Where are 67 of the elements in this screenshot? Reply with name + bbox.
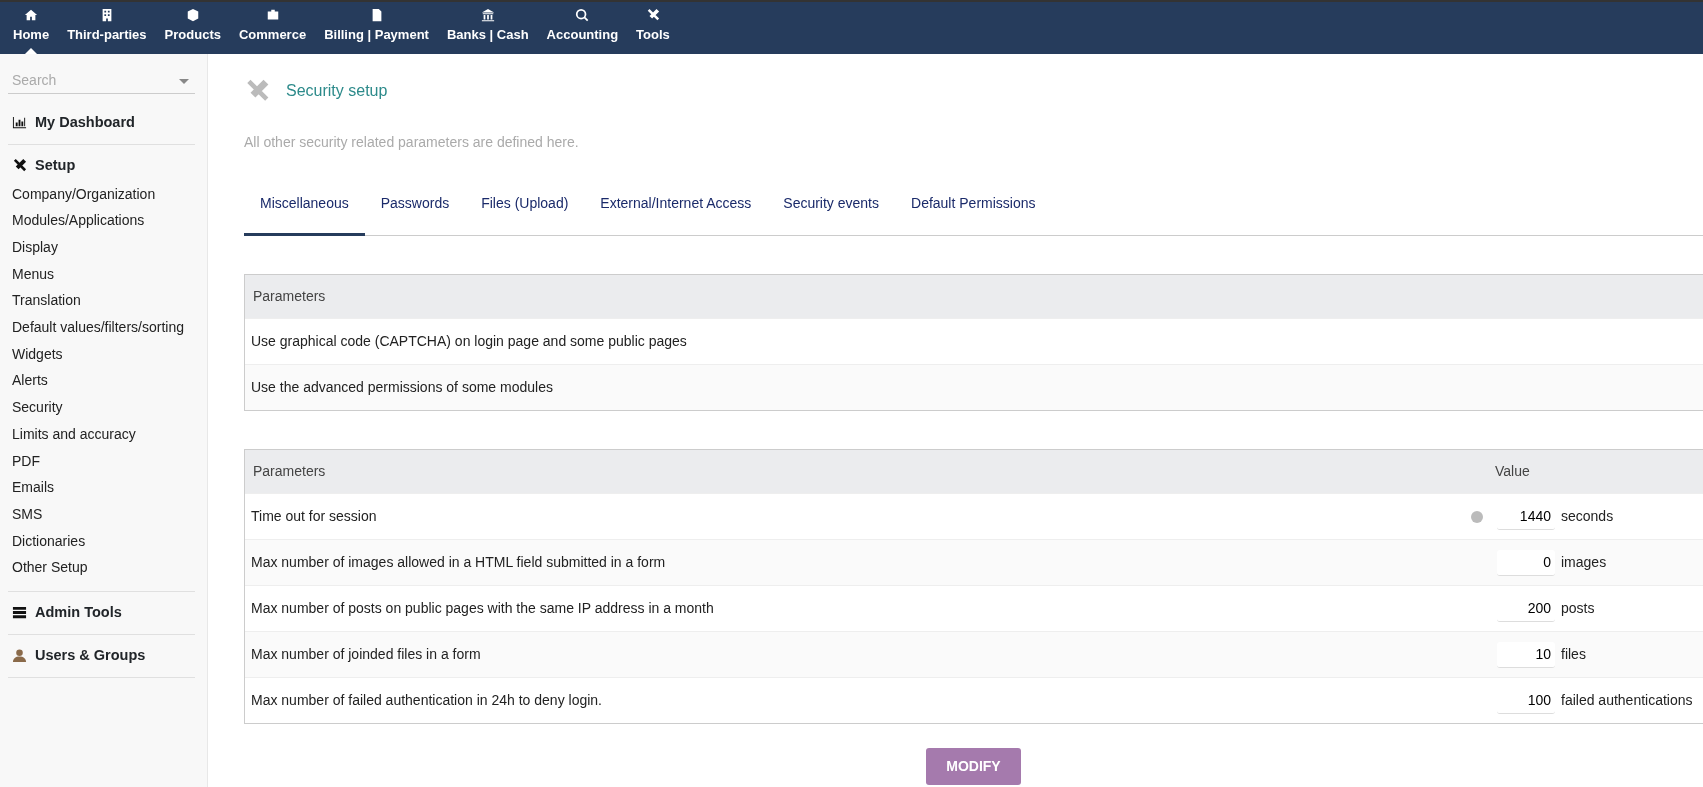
value-field[interactable]: 10	[1497, 641, 1555, 668]
column-header: Parameters	[253, 287, 326, 306]
parameter-label: Max number of failed authentication in 24h to deny login.	[251, 691, 603, 710]
briefcase-icon	[265, 8, 280, 22]
sidebar-item[interactable]: Limits and accuracy	[12, 420, 191, 448]
top-menu-item[interactable]: Home	[8, 2, 55, 54]
top-menu-item[interactable]: Commerce	[233, 2, 312, 54]
bank-icon	[480, 8, 495, 22]
unit-label: failed authentications	[1561, 691, 1693, 710]
sidebar-item[interactable]: Alerts	[12, 367, 191, 395]
server-icon	[12, 605, 27, 621]
top-menu-item[interactable]: Billing | Payment	[319, 2, 434, 54]
page-title: Security setup	[286, 81, 388, 101]
unit-label: posts	[1561, 599, 1595, 618]
cube-icon	[185, 8, 200, 22]
caret-icon	[179, 78, 189, 84]
sidebar-item[interactable]: Company/Organization	[12, 180, 191, 208]
tab[interactable]: Passwords	[364, 185, 466, 236]
sidebar-item[interactable]: Emails	[12, 474, 191, 501]
parameter-label: Max number of images allowed in a HTML field submitted in a form	[251, 553, 667, 572]
top-menu-item[interactable]: Banks | Cash	[441, 2, 534, 54]
sidebar-item[interactable]: Modules/Applications	[12, 207, 191, 234]
magnifier-icon	[575, 8, 590, 22]
sidebar-section-title[interactable]: My Dashboard	[12, 112, 191, 134]
unit-label: seconds	[1561, 507, 1614, 526]
top-menu-item[interactable]: Products	[159, 2, 226, 54]
column-header: Parameters	[253, 462, 327, 481]
value-field[interactable]: 0	[1497, 549, 1555, 576]
column-header: Value	[1495, 462, 1530, 481]
page-description: All other security related parameters are defined here.	[244, 133, 580, 152]
sidebar-item[interactable]: PDF	[12, 447, 191, 475]
parameter-label: Max number of joinded files in a form	[251, 645, 482, 664]
sidebar-item[interactable]: Other Setup	[12, 554, 191, 582]
top-menu-item[interactable]: Tools	[631, 2, 675, 54]
sidebar-item[interactable]: Display	[12, 233, 191, 261]
sidebar-item[interactable]: Menus	[12, 260, 191, 288]
sidebar-section-label: Users & Groups	[35, 645, 146, 665]
sidebar-item[interactable]: Translation	[12, 287, 191, 314]
sidebar-section-title[interactable]: Users & Groups	[12, 644, 191, 667]
tab[interactable]: Miscellaneous	[244, 185, 365, 236]
sidebar-item[interactable]: Default values/filters/sorting	[12, 314, 191, 341]
parameter-label: Use graphical code (CAPTCHA) on login page and some public pages	[251, 332, 687, 351]
sidebar-item[interactable]: Widgets	[12, 340, 191, 368]
sidebar-item[interactable]: Dictionaries	[12, 527, 191, 555]
unit-label: images	[1561, 553, 1607, 572]
user-icon	[12, 648, 27, 664]
tab[interactable]: Security events	[767, 185, 895, 236]
search-field[interactable]: Search	[8, 68, 195, 94]
unit-label: files	[1561, 645, 1586, 664]
sidebar-section-label: My Dashboard	[35, 113, 135, 132]
tab[interactable]: External/Internet Access	[584, 185, 768, 236]
top-menu-item[interactable]: Accounting	[541, 2, 624, 54]
sidebar-section-label: Setup	[35, 155, 76, 175]
sidebar-item[interactable]: Security	[12, 394, 191, 421]
sidebar-section-title[interactable]: Setup	[12, 154, 191, 177]
sidebar-section-title[interactable]: Admin Tools	[12, 602, 191, 624]
bar-chart-icon	[12, 115, 27, 131]
top-menu-item[interactable]: Third-parties	[62, 2, 152, 54]
sidebar-item[interactable]: SMS	[12, 500, 191, 528]
tab[interactable]: Default Permissions	[895, 185, 1052, 236]
sidebar-section-label: Admin Tools	[35, 603, 122, 623]
parameter-label: Max number of posts on public pages with the same IP address in a month	[251, 599, 715, 618]
modify-button[interactable]: MODIFY	[926, 748, 1021, 785]
parameter-label: Time out for session	[251, 507, 378, 526]
house-icon	[24, 8, 39, 22]
tab[interactable]: Files (Upload)	[465, 185, 585, 236]
parameter-label: Use the advanced permissions of some modules	[251, 378, 553, 397]
